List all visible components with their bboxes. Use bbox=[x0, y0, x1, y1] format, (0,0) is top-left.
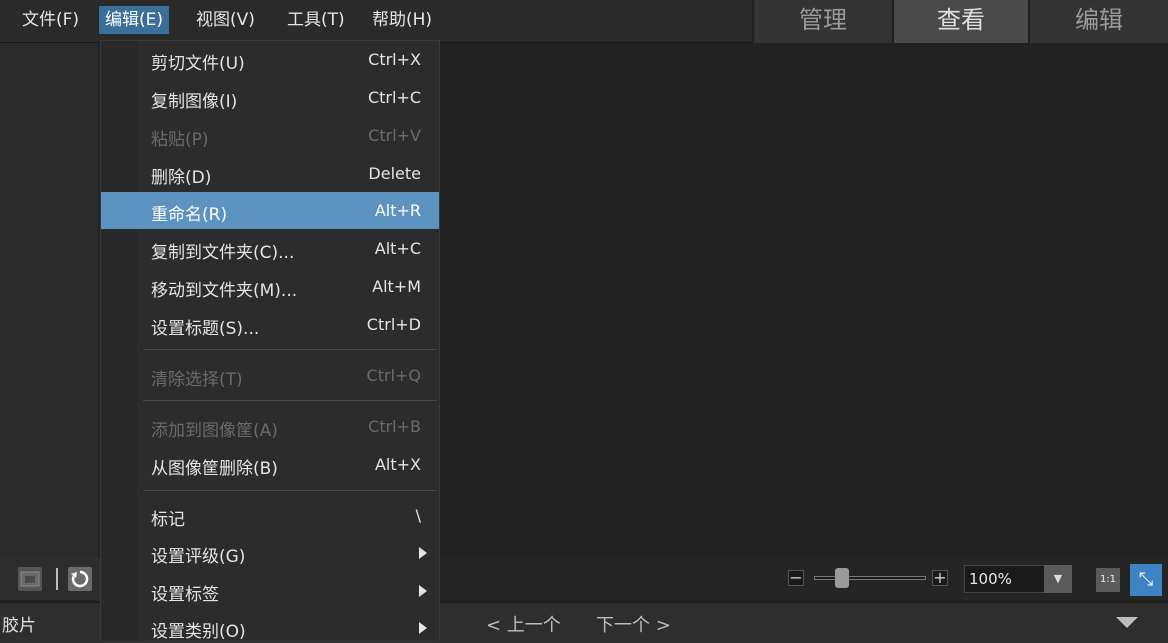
menu-item-copy-to-folder[interactable]: 复制到文件夹(C)... Alt+C bbox=[101, 230, 439, 267]
menu-item-label: 添加到图像筐(A) bbox=[151, 421, 278, 441]
menu-item-label: 设置类别(O) bbox=[151, 622, 246, 642]
rotate-icon[interactable] bbox=[68, 567, 92, 591]
menu-item-mark[interactable]: 标记 \ bbox=[101, 497, 439, 534]
menu-item-shortcut: \ bbox=[415, 506, 421, 525]
menu-separator bbox=[143, 349, 437, 350]
menu-item-shortcut: Ctrl+C bbox=[367, 88, 421, 107]
zoom-slider[interactable] bbox=[814, 576, 926, 580]
menu-item-shortcut: Alt+X bbox=[374, 455, 421, 474]
menu-separator bbox=[143, 400, 437, 401]
menu-item-shortcut: Ctrl+V bbox=[368, 126, 421, 145]
menu-item-shortcut: Ctrl+B bbox=[368, 417, 421, 436]
menu-item-set-tags[interactable]: 设置标签 bbox=[101, 572, 439, 609]
menu-item-label: 复制到文件夹(C)... bbox=[151, 243, 295, 263]
menu-item-label: 标记 bbox=[151, 510, 185, 530]
menu-item-label: 删除(D) bbox=[151, 168, 212, 188]
menu-item-label: 设置评级(G) bbox=[151, 547, 246, 567]
menu-item-label: 复制图像(I) bbox=[151, 92, 238, 112]
menu-item-shortcut: Ctrl+D bbox=[366, 315, 421, 334]
menu-item-shortcut: Delete bbox=[368, 164, 421, 183]
zoom-toolbar: − + 100% ▼ 1:1 ⤡ bbox=[440, 558, 1168, 600]
menu-separator bbox=[143, 490, 437, 491]
left-panel bbox=[0, 43, 98, 599]
menu-item-shortcut: Alt+C bbox=[374, 239, 421, 258]
edit-dropdown-menu: 剪切文件(U) Ctrl+X 复制图像(I) Ctrl+C 粘贴(P) Ctrl… bbox=[100, 40, 440, 642]
menu-bar: 文件(F) 编辑(E) 视图(V) 工具(T) 帮助(H) 管理 查看 编辑 bbox=[0, 0, 1168, 44]
menu-item-label: 移动到文件夹(M)... bbox=[151, 281, 298, 301]
menu-item-label: 从图像筐删除(B) bbox=[151, 459, 278, 479]
menu-item-shortcut: Ctrl+Q bbox=[366, 366, 421, 385]
zoom-level-input[interactable]: 100% bbox=[964, 565, 1050, 593]
menu-item-add-to-basket[interactable]: 添加到图像筐(A) Ctrl+B bbox=[101, 408, 439, 445]
zoom-dropdown-icon[interactable]: ▼ bbox=[1044, 565, 1072, 593]
actual-size-icon[interactable]: 1:1 bbox=[1096, 568, 1120, 592]
menu-edit[interactable]: 编辑(E) bbox=[99, 6, 170, 34]
menu-item-set-rating[interactable]: 设置评级(G) bbox=[101, 534, 439, 571]
menu-item-shortcut: Ctrl+X bbox=[368, 50, 421, 69]
zoom-out-button[interactable]: − bbox=[788, 570, 804, 586]
zoom-slider-thumb[interactable] bbox=[835, 568, 849, 588]
menu-view[interactable]: 视图(V) bbox=[190, 6, 261, 34]
menu-item-paste[interactable]: 粘贴(P) Ctrl+V bbox=[101, 117, 439, 154]
fit-window-icon[interactable]: ⤡ bbox=[1130, 564, 1162, 596]
menu-item-move-to-folder[interactable]: 移动到文件夹(M)... Alt+M bbox=[101, 268, 439, 305]
image-viewer-area bbox=[440, 43, 1168, 556]
next-button[interactable]: 下一个 > bbox=[596, 611, 671, 637]
tab-manage[interactable]: 管理 bbox=[752, 0, 892, 44]
toolbar-divider bbox=[56, 568, 58, 590]
menu-help[interactable]: 帮助(H) bbox=[366, 6, 438, 34]
image-folder-icon[interactable] bbox=[18, 567, 42, 591]
menu-file[interactable]: 文件(F) bbox=[16, 6, 85, 34]
left-toolbar bbox=[0, 558, 100, 600]
menu-item-set-title[interactable]: 设置标题(S)... Ctrl+D bbox=[101, 306, 439, 343]
menu-item-shortcut: Alt+M bbox=[372, 277, 421, 296]
menu-item-clear-selection[interactable]: 清除选择(T) Ctrl+Q bbox=[101, 357, 439, 394]
menu-item-label: 粘贴(P) bbox=[151, 130, 209, 150]
menu-item-set-category[interactable]: 设置类别(O) bbox=[101, 609, 439, 642]
menu-item-remove-from-basket[interactable]: 从图像筐删除(B) Alt+X bbox=[101, 446, 439, 483]
mode-tabs: 管理 查看 编辑 bbox=[752, 0, 1168, 44]
submenu-arrow-icon bbox=[419, 547, 427, 559]
menu-item-cut-file[interactable]: 剪切文件(U) Ctrl+X bbox=[101, 41, 439, 78]
tab-view[interactable]: 查看 bbox=[892, 0, 1028, 44]
menu-item-label: 设置标题(S)... bbox=[151, 319, 260, 339]
menu-tools[interactable]: 工具(T) bbox=[281, 6, 351, 34]
menu-item-delete[interactable]: 删除(D) Delete bbox=[101, 155, 439, 192]
submenu-arrow-icon bbox=[419, 622, 427, 634]
previous-button[interactable]: < 上一个 bbox=[486, 611, 561, 637]
menu-item-label: 设置标签 bbox=[151, 585, 219, 605]
filmstrip-label[interactable]: 胶片 bbox=[2, 611, 36, 636]
menu-item-label: 清除选择(T) bbox=[151, 370, 243, 390]
zoom-in-button[interactable]: + bbox=[932, 570, 948, 586]
collapse-arrow-icon[interactable] bbox=[1116, 617, 1138, 628]
menu-item-label: 重命名(R) bbox=[151, 205, 228, 225]
menu-item-label: 剪切文件(U) bbox=[151, 54, 245, 74]
menu-item-shortcut: Alt+R bbox=[374, 201, 421, 220]
submenu-arrow-icon bbox=[419, 585, 427, 597]
tab-edit[interactable]: 编辑 bbox=[1028, 0, 1168, 44]
menu-item-copy-image[interactable]: 复制图像(I) Ctrl+C bbox=[101, 79, 439, 116]
menu-item-rename[interactable]: 重命名(R) Alt+R bbox=[101, 192, 439, 229]
